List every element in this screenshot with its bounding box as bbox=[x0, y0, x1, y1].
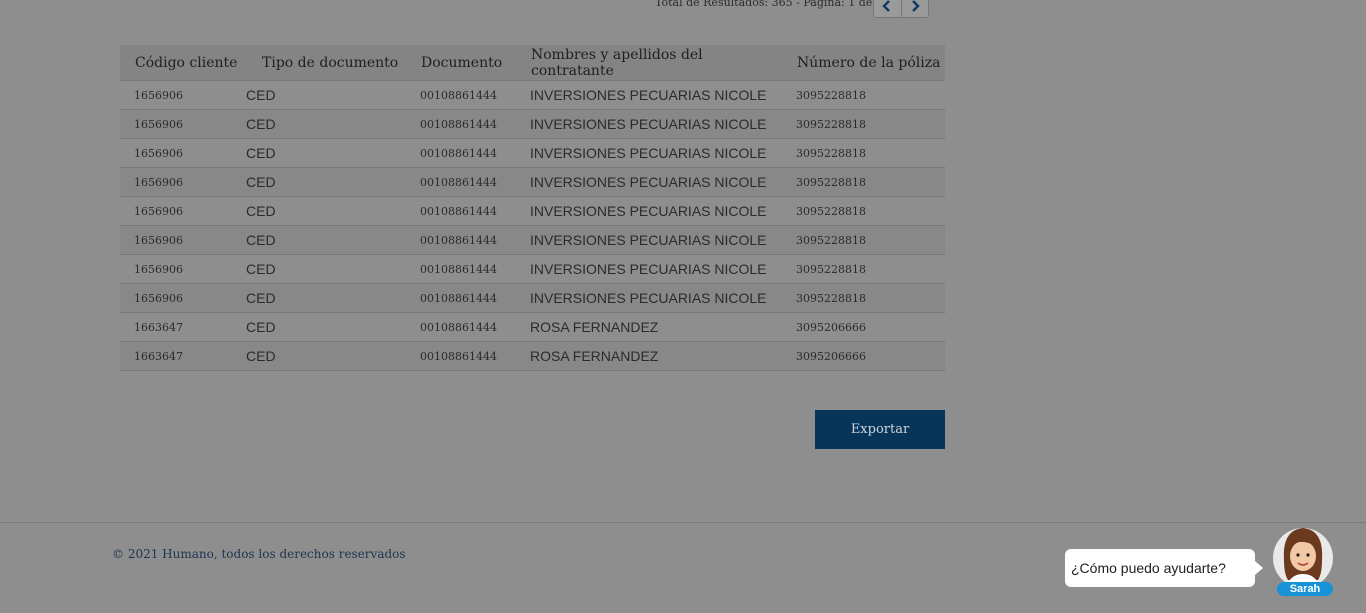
cell-policy-number: 3095228818 bbox=[781, 167, 945, 197]
cell-document-type: CED bbox=[246, 283, 405, 313]
table-row: 1656906 CED 00108861444 INVERSIONES PECUARI… bbox=[120, 138, 945, 168]
cell-contractor-name: INVERSIONES PECUARIAS NICOLE bbox=[515, 283, 781, 313]
cell-document: 00108861444 bbox=[405, 283, 515, 313]
cell-policy-number: 3095228818 bbox=[781, 138, 945, 168]
cell-contractor-name: INVERSIONES PECUARIAS NICOLE bbox=[515, 167, 781, 197]
cell-policy-number: 3095206666 bbox=[781, 341, 945, 371]
cell-contractor-name: INVERSIONES PECUARIAS NICOLE bbox=[515, 80, 781, 110]
next-page-button[interactable] bbox=[900, 0, 929, 17]
header-policy-number: Número de la póliza bbox=[781, 45, 945, 81]
cell-document: 00108861444 bbox=[405, 138, 515, 168]
chevron-left-icon bbox=[882, 0, 891, 12]
cell-contractor-name: INVERSIONES PECUARIAS NICOLE bbox=[515, 138, 781, 168]
header-document: Documento bbox=[405, 45, 515, 81]
cell-document: 00108861444 bbox=[405, 312, 515, 342]
table-row: 1656906 CED 00108861444 INVERSIONES PECUARI… bbox=[120, 254, 945, 284]
cell-client-code: 1656906 bbox=[120, 167, 246, 197]
cell-policy-number: 3095228818 bbox=[781, 109, 945, 139]
table-row: 1663647 CED 00108861444 ROSA FERNANDEZ 30952… bbox=[120, 341, 945, 371]
cell-client-code: 1656906 bbox=[120, 80, 246, 110]
table-row: 1656906 CED 00108861444 INVERSIONES PECUARI… bbox=[120, 109, 945, 139]
table-row: 1656906 CED 00108861444 INVERSIONES PECUARI… bbox=[120, 167, 945, 197]
footer-copyright: © 2021 Humano, todos los derechos reserv… bbox=[112, 547, 406, 561]
previous-page-button[interactable] bbox=[874, 0, 901, 17]
chevron-right-icon bbox=[911, 0, 920, 12]
cell-client-code: 1656906 bbox=[120, 109, 246, 139]
cell-document-type: CED bbox=[246, 167, 405, 197]
table-row: 1656906 CED 00108861444 INVERSIONES PECUARI… bbox=[120, 80, 945, 110]
cell-document-type: CED bbox=[246, 225, 405, 255]
assistant-name-badge: Sarah bbox=[1277, 582, 1333, 596]
pagination-info: Total de Resultados: 365 - Página: 1 de … bbox=[655, 0, 890, 9]
cell-client-code: 1656906 bbox=[120, 196, 246, 226]
cell-policy-number: 3095228818 bbox=[781, 196, 945, 226]
cell-client-code: 1663647 bbox=[120, 312, 246, 342]
cell-policy-number: 3095206666 bbox=[781, 312, 945, 342]
cell-document: 00108861444 bbox=[405, 167, 515, 197]
cell-client-code: 1656906 bbox=[120, 138, 246, 168]
results-table: Código cliente Tipo de documento Documen… bbox=[120, 45, 945, 371]
cell-document-type: CED bbox=[246, 80, 405, 110]
cell-document-type: CED bbox=[246, 109, 405, 139]
cell-client-code: 1656906 bbox=[120, 225, 246, 255]
cell-client-code: 1656906 bbox=[120, 283, 246, 313]
cell-document: 00108861444 bbox=[405, 80, 515, 110]
header-client-code: Código cliente bbox=[120, 45, 246, 81]
cell-document-type: CED bbox=[246, 196, 405, 226]
chat-prompt-bubble[interactable]: ¿Cómo puedo ayudarte? bbox=[1065, 549, 1263, 587]
cell-policy-number: 3095228818 bbox=[781, 254, 945, 284]
cell-contractor-name: INVERSIONES PECUARIAS NICOLE bbox=[515, 225, 781, 255]
cell-contractor-name: INVERSIONES PECUARIAS NICOLE bbox=[515, 254, 781, 284]
cell-contractor-name: INVERSIONES PECUARIAS NICOLE bbox=[515, 109, 781, 139]
cell-client-code: 1663647 bbox=[120, 341, 246, 371]
cell-document-type: CED bbox=[246, 138, 405, 168]
cell-document-type: CED bbox=[246, 254, 405, 284]
cell-policy-number: 3095228818 bbox=[781, 80, 945, 110]
cell-document: 00108861444 bbox=[405, 109, 515, 139]
header-contractor-name: Nombres y apellidos del contratante bbox=[515, 45, 781, 81]
cell-document: 00108861444 bbox=[405, 225, 515, 255]
header-document-type: Tipo de documento bbox=[246, 45, 405, 81]
cell-contractor-name: ROSA FERNANDEZ bbox=[515, 312, 781, 342]
cell-document-type: CED bbox=[246, 341, 405, 371]
cell-contractor-name: INVERSIONES PECUARIAS NICOLE bbox=[515, 196, 781, 226]
footer-divider bbox=[0, 522, 1366, 523]
cell-document-type: CED bbox=[246, 312, 405, 342]
cell-contractor-name: ROSA FERNANDEZ bbox=[515, 341, 781, 371]
cell-policy-number: 3095228818 bbox=[781, 225, 945, 255]
table-row: 1663647 CED 00108861444 ROSA FERNANDEZ 30952… bbox=[120, 312, 945, 342]
cell-document: 00108861444 bbox=[405, 196, 515, 226]
cell-document: 00108861444 bbox=[405, 254, 515, 284]
table-row: 1656906 CED 00108861444 INVERSIONES PECUARI… bbox=[120, 196, 945, 226]
cell-document: 00108861444 bbox=[405, 341, 515, 371]
cell-client-code: 1656906 bbox=[120, 254, 246, 284]
export-button[interactable]: Exportar bbox=[815, 410, 945, 449]
table-row: 1656906 CED 00108861444 INVERSIONES PECUARI… bbox=[120, 283, 945, 313]
table-row: 1656906 CED 00108861444 INVERSIONES PECUARI… bbox=[120, 225, 945, 255]
table-header-row: Código cliente Tipo de documento Documen… bbox=[120, 45, 945, 81]
cell-policy-number: 3095228818 bbox=[781, 283, 945, 313]
pagination-controls bbox=[873, 0, 929, 18]
chat-prompt-text: ¿Cómo puedo ayudarte? bbox=[1071, 560, 1226, 576]
